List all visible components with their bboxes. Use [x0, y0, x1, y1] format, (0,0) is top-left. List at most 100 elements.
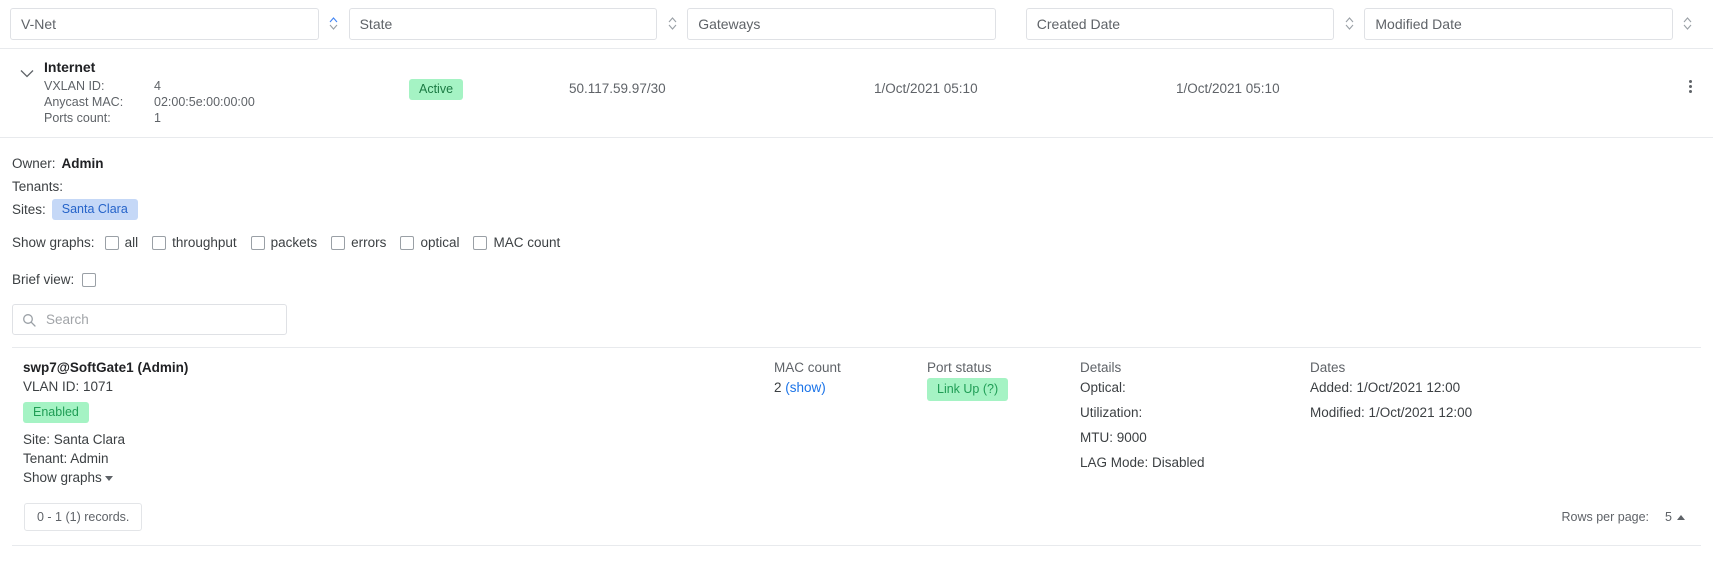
search-icon: [22, 313, 36, 327]
mac-count-header: MAC count: [774, 360, 841, 375]
vnet-field-value: 02:00:5e:00:00:00: [154, 95, 255, 109]
chevron-down-icon: [1683, 24, 1692, 30]
vnet-field-label: Anycast MAC:: [44, 95, 124, 109]
link-status-badge: Link Up (?): [927, 378, 1009, 401]
mac-count-column: MAC count 2 (show): [774, 359, 927, 487]
port-status-badge-enabled: Enabled: [23, 402, 89, 423]
filter-bar: [0, 0, 1713, 49]
date-modified: Modified: 1/Oct/2021 12:00: [1310, 405, 1473, 420]
graph-checkbox-label: MAC count: [493, 235, 561, 250]
checkbox-box[interactable]: [473, 235, 488, 250]
vnet-row[interactable]: Internet VXLAN ID: 4 Anycast MAC: 02:00:…: [0, 49, 1713, 138]
dot: [1688, 79, 1692, 83]
vnet-filter-input[interactable]: [10, 7, 319, 40]
mac-count-value: 2: [774, 380, 782, 395]
site-chip-santa-clara[interactable]: Santa Clara: [51, 199, 138, 220]
expand-toggle[interactable]: [10, 59, 44, 83]
vnet-field-label: Ports count:: [44, 111, 111, 125]
checkbox-box[interactable]: [250, 235, 265, 250]
graph-checkbox-label: packets: [270, 235, 318, 250]
owner-value: Admin: [61, 156, 104, 171]
chevron-down-icon: [1345, 24, 1354, 30]
checkbox-box[interactable]: [104, 235, 119, 250]
checkbox-box[interactable]: [331, 235, 346, 250]
details-column: Details Optical: Utilization: MTU: 9000 …: [1080, 359, 1310, 487]
graph-checkbox-errors[interactable]: errors: [331, 235, 386, 250]
vnet-title: Internet: [44, 59, 96, 75]
vnet-field-ports-count: Ports count: 1: [44, 110, 409, 126]
graph-checkbox-label: all: [124, 235, 139, 250]
tenants-row: Tenants:: [12, 175, 1701, 198]
state-sort-arrows-icon[interactable]: [657, 17, 687, 30]
port-show-graphs-label: Show graphs: [23, 470, 102, 485]
graph-checkbox-all[interactable]: all: [104, 235, 139, 250]
dot: [1688, 89, 1692, 93]
graph-checkbox-mac-count[interactable]: MAC count: [473, 235, 560, 250]
port-column: swp7@SoftGate1 (Admin) VLAN ID: 1071 Ena…: [12, 359, 774, 487]
checkbox-box[interactable]: [152, 235, 167, 250]
port-status-column: Port status Link Up (?): [927, 359, 1080, 487]
graph-checkbox-packets[interactable]: packets: [250, 235, 318, 250]
detail-mtu: MTU: 9000: [1080, 430, 1147, 445]
port-status-header: Port status: [927, 360, 992, 375]
brief-view-toggle[interactable]: Brief view:: [12, 272, 1701, 287]
owner-label: Owner:: [12, 156, 56, 171]
graph-checkbox-label: optical: [420, 235, 460, 250]
modified-date-sort-arrows-icon[interactable]: [1673, 17, 1703, 30]
state-filter-input[interactable]: [348, 7, 658, 40]
port-table: swp7@SoftGate1 (Admin) VLAN ID: 1071 Ena…: [12, 347, 1701, 487]
filter-cell-state: [348, 7, 688, 40]
created-date-sort-arrows-icon[interactable]: [1334, 17, 1364, 30]
tenants-label: Tenants:: [12, 179, 64, 194]
created-date-filter-input[interactable]: [1025, 7, 1335, 40]
detail-optical: Optical:: [1080, 380, 1126, 395]
caret-up-icon: [1677, 514, 1685, 520]
port-vlan-id: VLAN ID: 1071: [23, 379, 114, 394]
chevron-down-icon: [329, 24, 338, 30]
rows-per-page-label: Rows per page:: [1561, 510, 1650, 524]
vnet-field-vxlan-id: VXLAN ID: 4: [44, 78, 409, 94]
show-graphs-label: Show graphs:: [12, 235, 95, 250]
brief-view-label: Brief view:: [12, 272, 75, 287]
graph-checkbox-optical[interactable]: optical: [400, 235, 459, 250]
date-added: Added: 1/Oct/2021 12:00: [1310, 380, 1461, 395]
mac-count-cell: 2 (show): [774, 378, 927, 397]
checkbox-box[interactable]: [82, 272, 97, 287]
search-box[interactable]: [12, 304, 287, 335]
search-input[interactable]: [44, 311, 277, 328]
filter-cell-created-date: [1025, 7, 1365, 40]
show-graphs-options: Show graphs: all throughput packets erro…: [12, 235, 1701, 250]
vnet-created-date-value: 1/Oct/2021 05:10: [874, 81, 978, 96]
filter-cell-vnet: [10, 7, 349, 40]
graph-checkbox-label: errors: [351, 235, 387, 250]
port-site: Site: Santa Clara: [23, 432, 126, 447]
kebab-menu-icon[interactable]: [1681, 77, 1699, 95]
vnet-detail-panel: Owner: Admin Tenants: Sites: Santa Clara…: [0, 138, 1713, 546]
detail-utilization: Utilization:: [1080, 405, 1143, 420]
chevron-up-icon: [329, 17, 338, 23]
checkbox-box[interactable]: [400, 235, 415, 250]
dates-column: Dates Added: 1/Oct/2021 12:00 Modified: …: [1310, 359, 1701, 487]
mac-count-show-link[interactable]: (show): [785, 380, 826, 395]
chevron-down-icon: [668, 24, 677, 30]
table-footer: 0 - 1 (1) records. Rows per page: 5: [12, 487, 1701, 531]
vnet-sort-arrows-icon[interactable]: [319, 17, 349, 30]
rows-per-page-control: Rows per page: 5: [1561, 510, 1685, 524]
port-name: swp7@SoftGate1 (Admin): [23, 360, 189, 375]
owner-row: Owner: Admin: [12, 152, 1701, 175]
records-count: 0 - 1 (1) records.: [24, 503, 143, 531]
gateways-filter-input[interactable]: [687, 7, 996, 40]
chevron-up-icon: [1683, 17, 1692, 23]
vnet-field-anycast-mac: Anycast MAC: 02:00:5e:00:00:00: [44, 94, 409, 110]
modified-date-filter-input[interactable]: [1364, 7, 1673, 40]
dates-header: Dates: [1310, 360, 1346, 375]
graph-checkbox-throughput[interactable]: throughput: [152, 235, 237, 250]
details-header: Details: [1080, 360, 1122, 375]
rows-per-page-selector[interactable]: 5: [1665, 510, 1685, 524]
port-show-graphs-button[interactable]: Show graphs: [23, 468, 113, 487]
graph-checkbox-label: throughput: [172, 235, 237, 250]
port-tenant: Tenant: Admin: [23, 451, 109, 466]
chevron-up-icon: [1345, 17, 1354, 23]
vnet-field-value: 1: [154, 111, 161, 125]
rows-per-page-value: 5: [1665, 510, 1672, 524]
